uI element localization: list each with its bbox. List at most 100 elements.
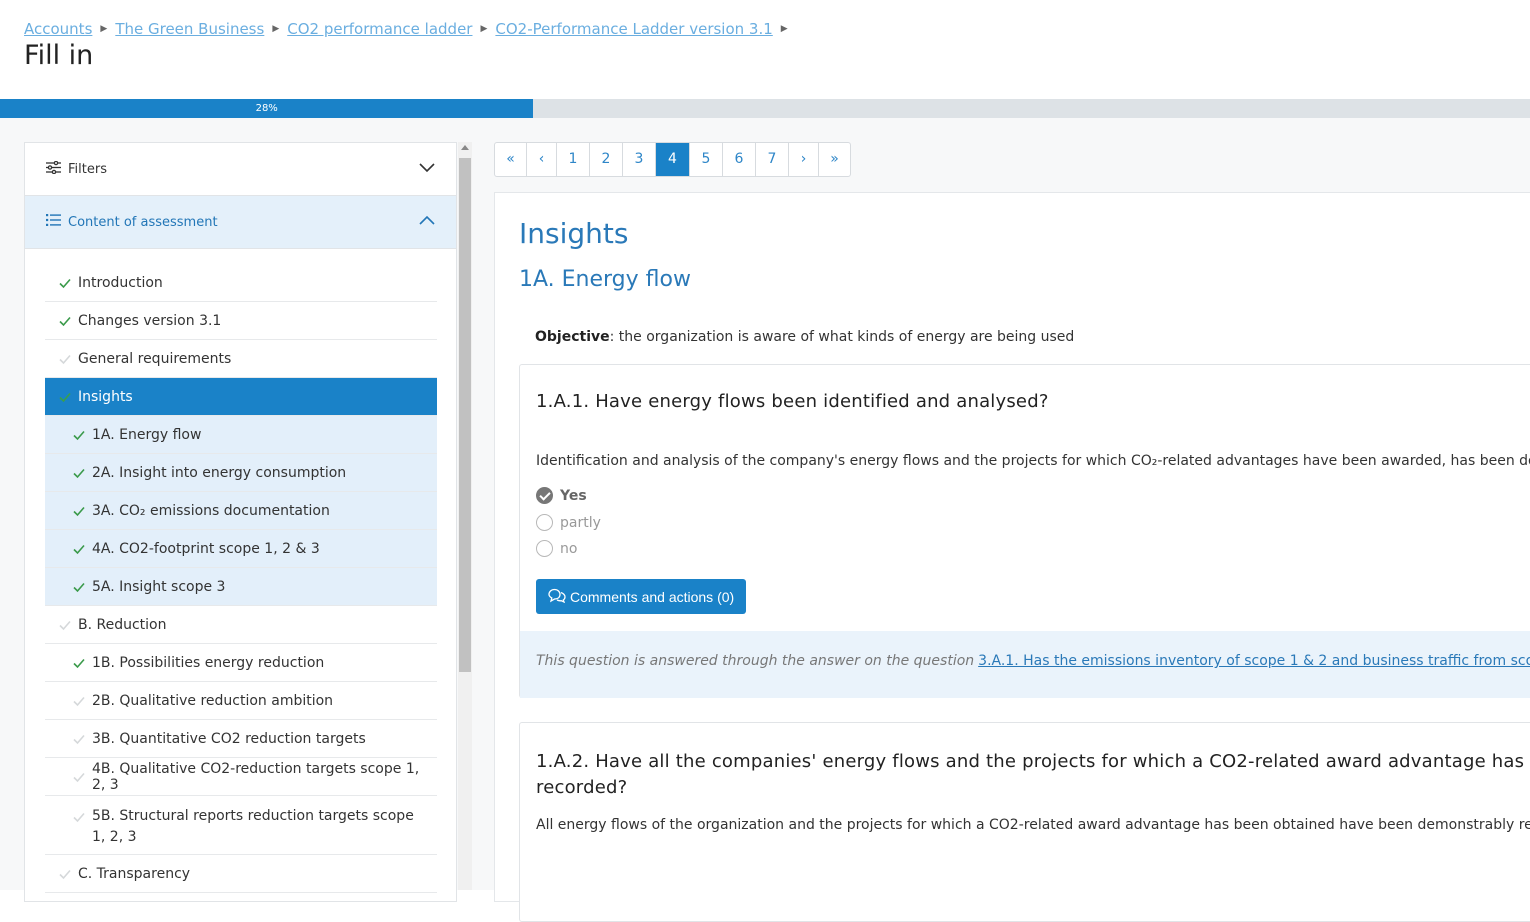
checkmark-icon bbox=[73, 429, 85, 441]
page-next-button[interactable]: › bbox=[789, 143, 819, 176]
page-button-4[interactable]: 4 bbox=[656, 143, 690, 176]
toc-item[interactable]: Introduction bbox=[45, 264, 437, 302]
toc-item-label: 1B. Possibilities energy reduction bbox=[92, 654, 325, 671]
answer-no-radio[interactable]: no bbox=[536, 540, 577, 557]
question-title-line-2: recorded? bbox=[536, 777, 628, 798]
checkmark-faded-icon bbox=[73, 695, 85, 707]
checkmark-icon bbox=[73, 505, 85, 517]
toc-item[interactable]: 5A. Insight scope 3 bbox=[45, 568, 437, 606]
toc-item[interactable]: 5B. Structural reports reduction targets… bbox=[45, 796, 437, 855]
toc-item-label: Introduction bbox=[78, 274, 163, 291]
scrollbar-thumb[interactable] bbox=[459, 158, 471, 672]
objective-text: : the organization is aware of what kind… bbox=[609, 329, 1075, 345]
toc-item[interactable]: 1A. Energy flow bbox=[45, 416, 437, 454]
toc-item[interactable]: C. Transparency bbox=[45, 855, 437, 893]
objective-label: Objective bbox=[535, 329, 610, 345]
page-first-button[interactable]: « bbox=[495, 143, 527, 176]
toc-item[interactable]: 3A. CO₂ emissions documentation bbox=[45, 492, 437, 530]
breadcrumb-separator-icon: ▶ bbox=[100, 24, 108, 34]
question-card: 1.A.2. Have all the companies' energy fl… bbox=[519, 722, 1530, 922]
page-button-2[interactable]: 2 bbox=[590, 143, 623, 176]
toc-item[interactable]: 4A. CO2-footprint scope 1, 2 & 3 bbox=[45, 530, 437, 568]
question-description: Identification and analysis of the compa… bbox=[536, 453, 1530, 469]
breadcrumb: Accounts ▶ The Green Business ▶ CO2 perf… bbox=[24, 20, 796, 38]
scroll-up-icon[interactable] bbox=[461, 145, 469, 150]
page-last-button[interactable]: » bbox=[819, 143, 850, 176]
toc-item-label: General requirements bbox=[78, 350, 232, 367]
checkmark-icon bbox=[73, 657, 85, 669]
toc-item-label: 3B. Quantitative CO2 reduction targets bbox=[92, 730, 366, 747]
radio-icon bbox=[536, 514, 553, 531]
chevron-down-icon bbox=[418, 159, 436, 181]
answer-yes-label: Yes bbox=[560, 487, 587, 504]
note-text: This question is answered through the an… bbox=[536, 653, 975, 669]
radio-checked-icon bbox=[536, 487, 553, 504]
toc-item[interactable]: General requirements bbox=[45, 340, 437, 378]
chevron-up-icon bbox=[418, 212, 436, 234]
breadcrumb-green-business[interactable]: The Green Business bbox=[115, 20, 264, 38]
pagination: « ‹ 1 2 3 4 5 6 7 › » bbox=[494, 142, 851, 177]
breadcrumb-accounts[interactable]: Accounts bbox=[24, 20, 92, 38]
breadcrumb-co2-ladder[interactable]: CO2 performance ladder bbox=[287, 20, 472, 38]
toc-item-label: C. Transparency bbox=[78, 865, 191, 882]
page-title: Fill in bbox=[24, 40, 94, 71]
comments-icon bbox=[548, 588, 570, 606]
breadcrumb-ladder-version[interactable]: CO2-Performance Ladder version 3.1 bbox=[495, 20, 772, 38]
question-title: 1.A.2. Have all the companies' energy fl… bbox=[536, 749, 1530, 801]
filters-toggle[interactable]: Filters bbox=[25, 143, 456, 196]
sidebar: Filters Content of assessment Introducti… bbox=[24, 142, 457, 902]
checkmark-faded-icon bbox=[59, 868, 71, 880]
toc-item-label: B. Reduction bbox=[78, 616, 167, 633]
toc-item-label: 2B. Qualitative reduction ambition bbox=[92, 692, 334, 709]
toc-item-label: 5A. Insight scope 3 bbox=[92, 578, 226, 595]
list-icon bbox=[45, 214, 61, 230]
answer-partly-label: partly bbox=[560, 514, 601, 531]
breadcrumb-separator-icon: ▶ bbox=[480, 24, 488, 34]
linked-question-link[interactable]: 3.A.1. Has the emissions inventory of sc… bbox=[978, 653, 1530, 669]
subsection-title: 1A. Energy flow bbox=[519, 267, 691, 292]
objective: Objective: the organization is aware of … bbox=[535, 329, 1074, 345]
question-title-line-1: 1.A.2. Have all the companies' energy fl… bbox=[536, 751, 1530, 772]
toc-item-label: 1A. Energy flow bbox=[92, 426, 202, 443]
main-content: Insights 1A. Energy flow Objective: the … bbox=[494, 192, 1530, 922]
toc-item[interactable]: 2B. Qualitative reduction ambition bbox=[45, 682, 437, 720]
checkmark-faded-icon bbox=[73, 733, 85, 745]
toc-item-label: 4A. CO2-footprint scope 1, 2 & 3 bbox=[92, 540, 320, 557]
section-title: Insights bbox=[519, 217, 629, 250]
answer-yes-radio[interactable]: Yes bbox=[536, 487, 587, 504]
answer-partly-radio[interactable]: partly bbox=[536, 514, 601, 531]
checkmark-faded-icon bbox=[59, 619, 71, 631]
comments-actions-button[interactable]: Comments and actions (0) bbox=[536, 579, 747, 614]
checkmark-icon bbox=[73, 543, 85, 555]
filters-label: Filters bbox=[68, 161, 107, 177]
toc-item[interactable]: Changes version 3.1 bbox=[45, 302, 437, 340]
toc-item[interactable]: 3B. Quantitative CO2 reduction targets bbox=[45, 720, 437, 758]
page-button-6[interactable]: 6 bbox=[723, 143, 756, 176]
answered-through-note: This question is answered through the an… bbox=[520, 631, 1530, 698]
progress-bar: 28% bbox=[0, 99, 1530, 118]
toc-item[interactable]: 1B. Possibilities energy reduction bbox=[45, 644, 437, 682]
page-button-7[interactable]: 7 bbox=[756, 143, 789, 176]
sliders-icon bbox=[45, 160, 61, 178]
toc-item-label: Changes version 3.1 bbox=[78, 312, 222, 329]
toc-item[interactable]: 2A. Insight into energy consumption bbox=[45, 454, 437, 492]
checkmark-faded-icon bbox=[73, 811, 85, 823]
checkmark-icon bbox=[59, 277, 71, 289]
toc-item[interactable]: Insights bbox=[45, 378, 437, 416]
comments-actions-label: Comments and actions (0) bbox=[570, 588, 735, 605]
breadcrumb-separator-icon: ▶ bbox=[272, 24, 280, 34]
page-button-3[interactable]: 3 bbox=[623, 143, 656, 176]
toc-item-label: 5B. Structural reports reduction targets… bbox=[92, 808, 414, 845]
content-of-assessment-toggle[interactable]: Content of assessment bbox=[25, 196, 456, 249]
checkmark-faded-icon bbox=[73, 771, 85, 783]
toc-item[interactable]: B. Reduction bbox=[45, 606, 437, 644]
sidebar-scrollbar[interactable] bbox=[458, 142, 472, 890]
page-button-1[interactable]: 1 bbox=[557, 143, 590, 176]
toc-item[interactable]: 4B. Qualitative CO2-reduction targets sc… bbox=[45, 758, 437, 796]
page-prev-button[interactable]: ‹ bbox=[527, 143, 557, 176]
table-of-contents: Introduction Changes version 3.1 General r… bbox=[45, 264, 437, 893]
content-of-assessment-label: Content of assessment bbox=[68, 214, 218, 230]
radio-icon bbox=[536, 540, 553, 557]
checkmark-faded-icon bbox=[59, 353, 71, 365]
page-button-5[interactable]: 5 bbox=[690, 143, 723, 176]
